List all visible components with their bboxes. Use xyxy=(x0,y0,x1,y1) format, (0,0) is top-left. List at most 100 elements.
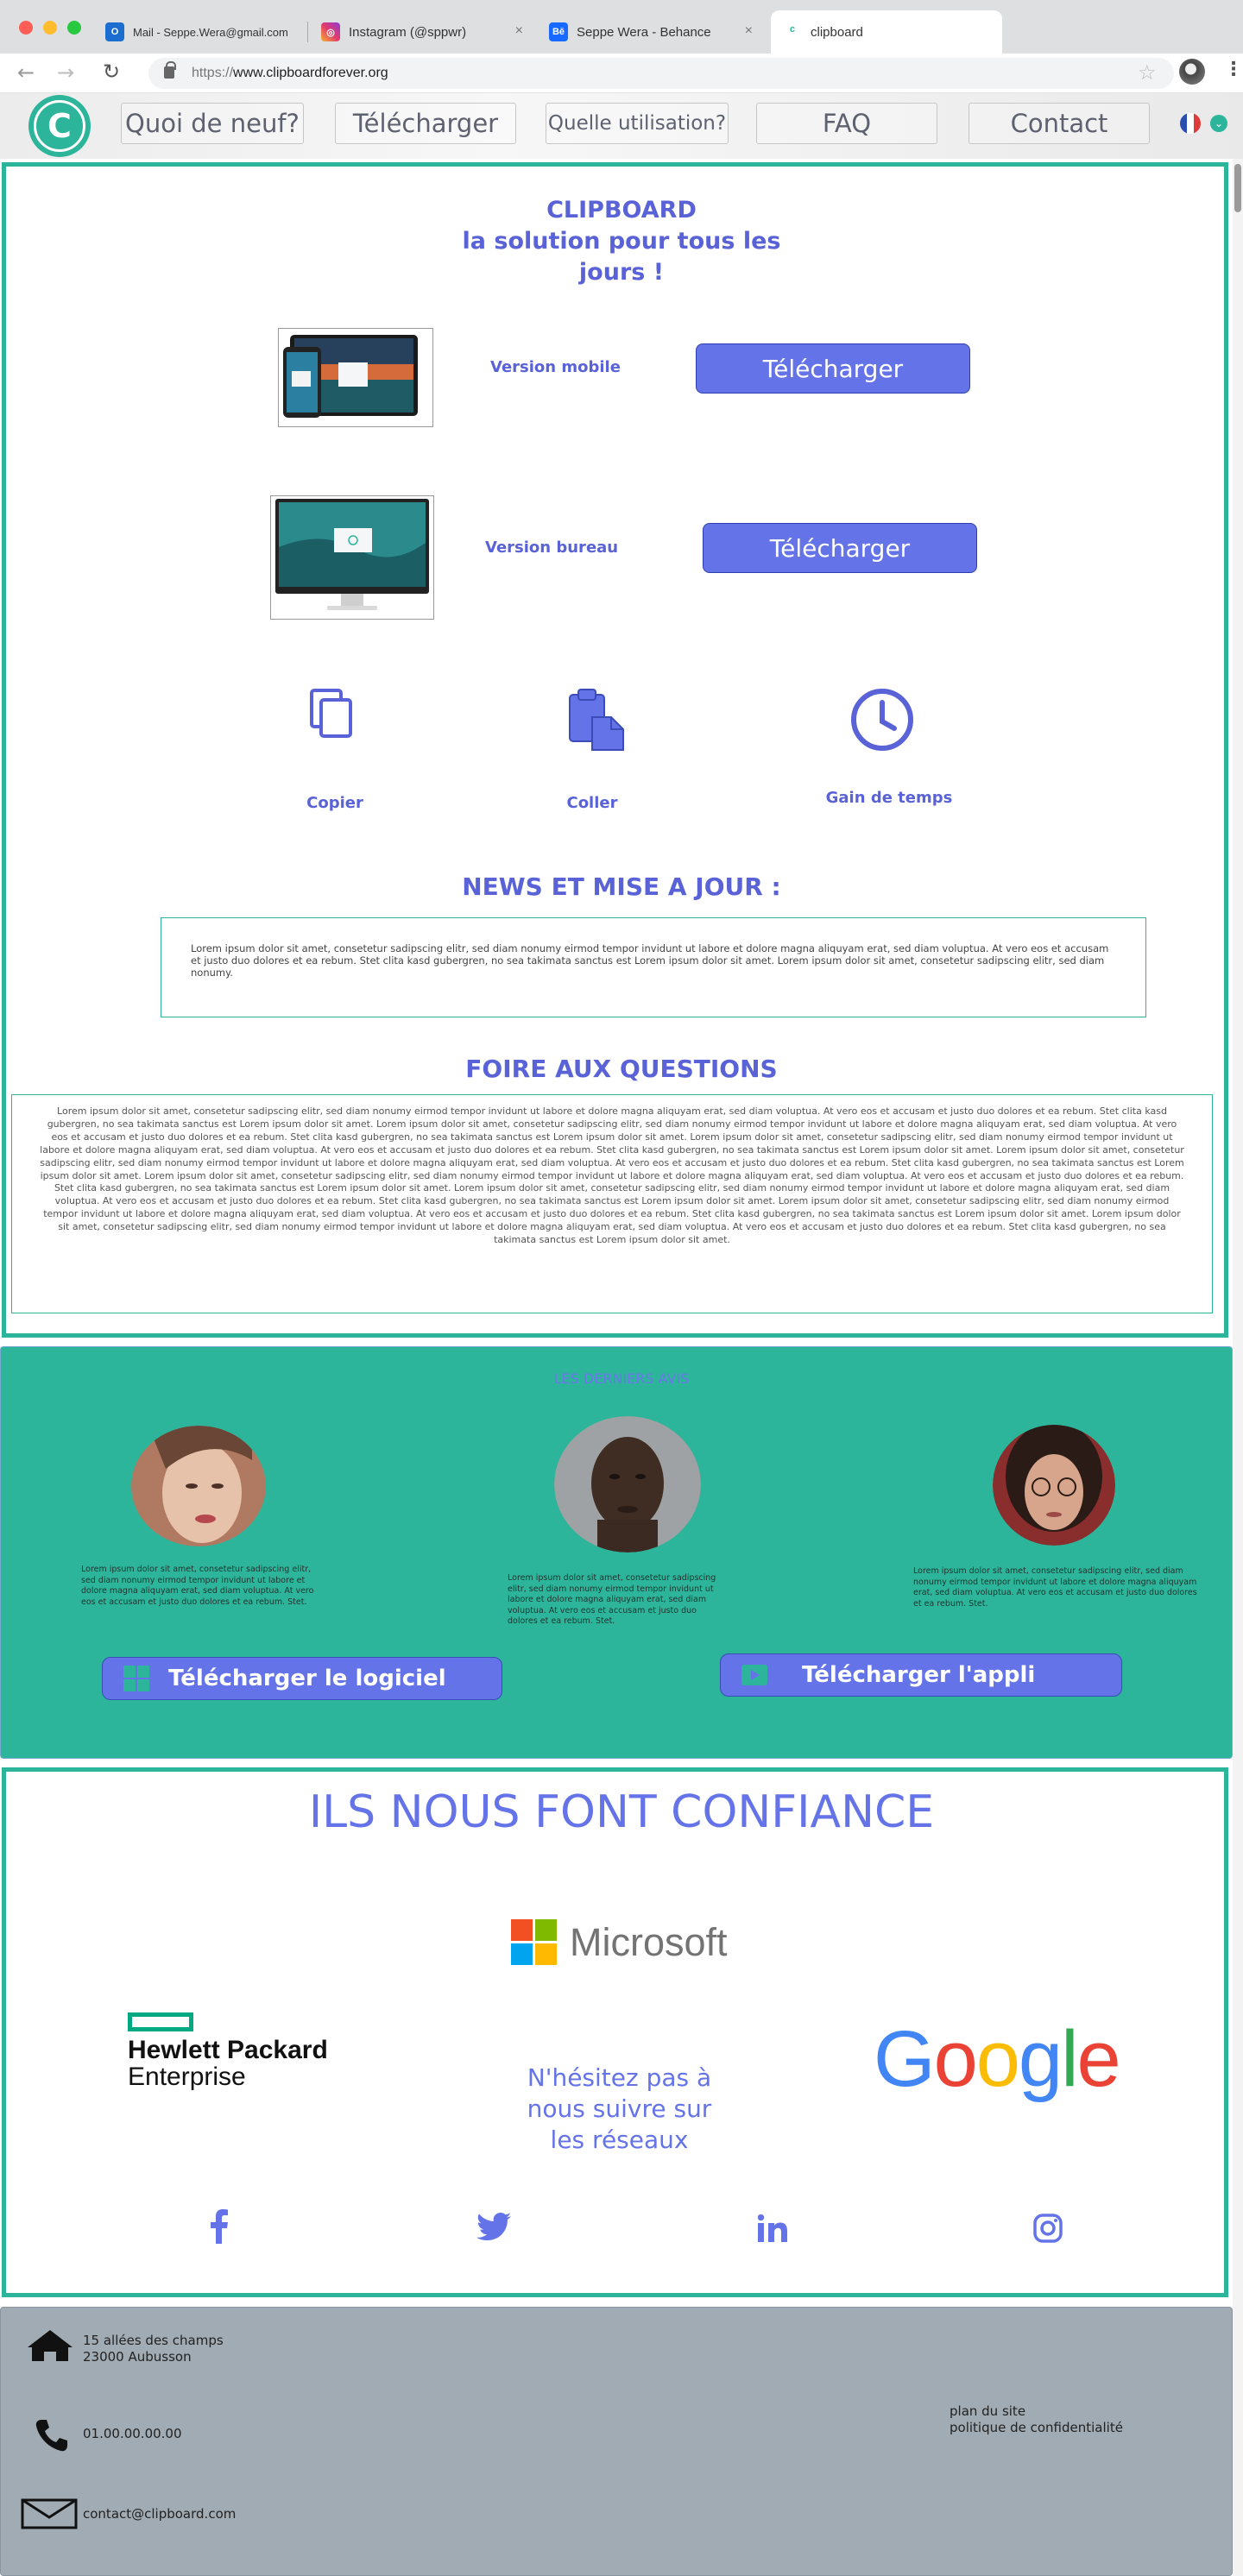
facebook-icon[interactable] xyxy=(211,2209,228,2244)
download-app-button[interactable]: Télécharger l'appli xyxy=(720,1653,1122,1697)
download-app-label: Télécharger l'appli xyxy=(802,1662,1036,1688)
hero-subtitle-line2: jours ! xyxy=(578,259,665,286)
tab-behance[interactable]: Bē Seppe Wera - Behance × xyxy=(537,10,765,54)
scrollbar-track[interactable] xyxy=(1233,159,1243,2576)
footer-links: plan du site politique de confidentialit… xyxy=(950,2403,1123,2436)
news-text: Lorem ipsum dolor sit amet, consetetur s… xyxy=(191,942,1109,979)
hpe-line2: Enterprise xyxy=(128,2063,246,2091)
hero-subtitle-line1: la solution pour tous les xyxy=(462,228,781,255)
google-letter: G xyxy=(874,2015,936,2103)
paste-icon xyxy=(569,689,624,751)
profile-avatar[interactable] xyxy=(1179,59,1205,85)
footer-email[interactable]: contact@clipboard.com xyxy=(83,2506,236,2522)
phone-icon xyxy=(35,2420,67,2452)
follow-line-3: les réseaux xyxy=(550,2126,689,2154)
nav-download[interactable]: Télécharger xyxy=(335,103,516,144)
download-desktop-button[interactable]: Télécharger xyxy=(703,523,977,573)
review-text-2: Lorem ipsum dolor sit amet, consetetur s… xyxy=(508,1573,716,1626)
privacy-link[interactable]: politique de confidentialité xyxy=(950,2420,1123,2436)
chevron-down-icon[interactable]: ⌄ xyxy=(1210,115,1227,132)
google-logo: Google xyxy=(874,2015,1121,2103)
clipboard-icon: ᶜ xyxy=(783,22,802,41)
site-logo[interactable]: C xyxy=(28,95,91,157)
download-mobile-button[interactable]: Télécharger xyxy=(696,343,970,394)
home-icon xyxy=(28,2330,73,2361)
version-desktop-label: Version bureau xyxy=(485,539,619,557)
download-software-label: Télécharger le logiciel xyxy=(168,1666,446,1691)
sitemap-link[interactable]: plan du site xyxy=(950,2403,1123,2420)
download-software-button[interactable]: Télécharger le logiciel xyxy=(102,1657,502,1700)
faq-text: Lorem ipsum dolor sit amet, consetetur s… xyxy=(40,1105,1184,1246)
partners-heading: ILS NOUS FONT CONFIANCE xyxy=(308,1786,935,1838)
feature-time-label: Gain de temps xyxy=(825,789,953,807)
minimize-window-button[interactable] xyxy=(43,21,57,35)
reload-icon[interactable]: ↻ xyxy=(103,61,120,82)
mobile-devices-image xyxy=(278,328,433,427)
reviews-heading: LES DERNIERS AVIS xyxy=(553,1370,690,1387)
zoom-window-button[interactable] xyxy=(67,21,81,35)
french-flag-icon[interactable] xyxy=(1180,113,1201,134)
news-heading: NEWS ET MISE A JOUR : xyxy=(462,872,781,901)
hpe-line1: Hewlett Packard xyxy=(128,2036,328,2064)
hpe-logo: Hewlett Packard Enterprise xyxy=(128,2012,328,2090)
lock-icon xyxy=(164,61,176,79)
google-letter: o xyxy=(933,2015,978,2103)
follow-text: N'hésitez pas à nous suivre sur les rése… xyxy=(483,2063,755,2156)
tab-title: clipboard xyxy=(811,24,863,40)
microsoft-wordmark: Microsoft xyxy=(570,1920,728,1964)
play-store-icon xyxy=(741,1662,767,1688)
instagram-icon[interactable] xyxy=(1033,2214,1063,2243)
address-bar[interactable]: https://www.clipboardforever.org xyxy=(148,58,1174,89)
close-icon[interactable]: × xyxy=(515,23,523,39)
microsoft-logo: Microsoft xyxy=(511,1919,728,1966)
reviewer-avatar-1 xyxy=(131,1426,266,1546)
google-letter: e xyxy=(1076,2015,1121,2103)
twitter-icon[interactable] xyxy=(476,2213,511,2240)
nav-faq[interactable]: FAQ xyxy=(756,103,937,144)
hero-title: CLIPBOARD xyxy=(546,197,697,224)
feature-paste-label: Coller xyxy=(566,794,618,812)
google-letter: l xyxy=(1061,2015,1079,2103)
browser-menu-icon[interactable]: ⋮ xyxy=(1224,60,1243,79)
version-mobile-label: Version mobile xyxy=(490,358,621,376)
tab-title: Instagram (@sppwr) xyxy=(349,24,467,40)
follow-line-2: nous suivre sur xyxy=(527,2094,712,2123)
nav-contact[interactable]: Contact xyxy=(969,103,1150,144)
footer-address-line1: 15 allées des champs xyxy=(83,2333,224,2348)
back-icon[interactable]: ← xyxy=(17,62,35,83)
tab-mail[interactable]: O Mail - Seppe.Wera@gmail.com xyxy=(93,10,309,54)
reviewer-avatar-3 xyxy=(993,1425,1115,1546)
bookmark-star-icon[interactable]: ☆ xyxy=(1138,60,1157,85)
reviewer-avatar-2 xyxy=(554,1416,701,1553)
tab-instagram[interactable]: ◎ Instagram (@sppwr) × xyxy=(309,10,535,54)
footer-address: 15 allées des champs 23000 Aubusson xyxy=(83,2333,224,2365)
google-letter: o xyxy=(975,2015,1020,2103)
url-host: www.clipboardforever.org xyxy=(233,66,388,80)
close-icon[interactable]: × xyxy=(745,23,753,39)
close-window-button[interactable] xyxy=(19,21,33,35)
tab-clipboard[interactable]: ᶜ clipboard xyxy=(771,10,1002,54)
news-box: Lorem ipsum dolor sit amet, consetetur s… xyxy=(161,917,1146,1017)
footer-phone[interactable]: 01.00.00.00.00 xyxy=(83,2426,182,2442)
nav-whats-new[interactable]: Quoi de neuf? xyxy=(121,103,304,144)
tab-separator xyxy=(307,22,308,42)
footer-address-line2: 23000 Aubusson xyxy=(83,2349,192,2365)
linkedin-icon[interactable] xyxy=(758,2214,787,2242)
behance-icon: Bē xyxy=(549,22,568,41)
microsoft-squares-icon xyxy=(511,1919,557,1965)
review-text-1: Lorem ipsum dolor sit amet, consetetur s… xyxy=(81,1565,314,1607)
tab-title: Mail - Seppe.Wera@gmail.com xyxy=(133,25,288,39)
outlook-icon: O xyxy=(105,22,124,41)
nav-usage[interactable]: Quelle utilisation? xyxy=(546,103,729,144)
feature-copy-label: Copier xyxy=(306,794,363,812)
copy-icon xyxy=(310,689,352,738)
tab-title: Seppe Wera - Behance xyxy=(577,24,711,40)
envelope-icon xyxy=(21,2498,78,2529)
google-letter: g xyxy=(1018,2015,1063,2103)
review-text-3: Lorem ipsum dolor sit amet, consetetur s… xyxy=(913,1566,1197,1609)
instagram-icon: ◎ xyxy=(321,22,340,41)
forward-icon[interactable]: → xyxy=(57,62,74,83)
hpe-rectangle-icon xyxy=(128,2012,193,2031)
clock-icon xyxy=(851,689,913,751)
desktop-monitor-image xyxy=(270,495,434,620)
